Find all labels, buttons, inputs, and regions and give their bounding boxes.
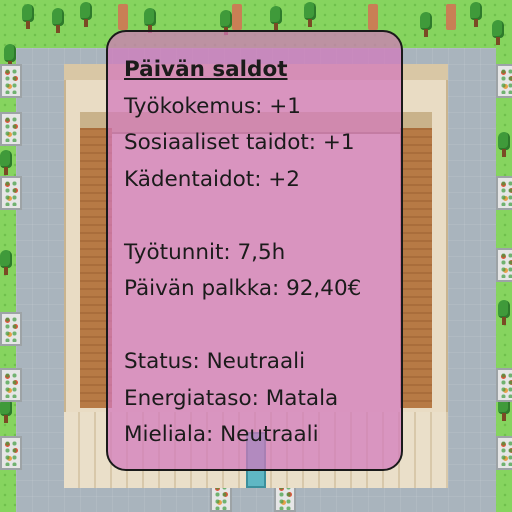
tree-icon (470, 2, 482, 28)
stat-status: Status: Neutraali (124, 349, 306, 374)
bare-tree-icon (232, 4, 242, 30)
flower-planter (496, 368, 512, 402)
summary-title: Päivän saldot (124, 57, 288, 82)
bare-tree-icon (446, 4, 456, 30)
flower-planter (496, 436, 512, 470)
flower-planter (0, 368, 22, 402)
flower-planter (496, 248, 512, 282)
tree-icon (0, 150, 12, 176)
tree-icon (420, 12, 432, 38)
stat-manual-skills: Kädentaidot: +2 (124, 166, 300, 192)
wooden-floor (400, 128, 432, 408)
tree-icon (270, 6, 282, 32)
bare-tree-icon (118, 4, 128, 30)
tree-icon (80, 2, 92, 28)
flower-planter (0, 176, 22, 210)
tree-icon (0, 250, 12, 276)
flower-planter (0, 64, 22, 98)
tree-icon (304, 2, 316, 28)
stat-mood: Mieliala: Neutraali (124, 422, 319, 447)
flower-planter (0, 312, 22, 346)
flower-planter (496, 176, 512, 210)
flower-planter (496, 64, 512, 98)
tree-icon (498, 132, 510, 158)
tree-icon (498, 300, 510, 326)
flower-planter (0, 112, 22, 146)
flower-planter (0, 436, 22, 470)
daily-summary-panel: Päivän saldot Työkokemus: +1 Sosiaaliset… (106, 30, 403, 471)
stat-work-experience: Työkokemus: +1 (124, 93, 301, 119)
bare-tree-icon (368, 4, 378, 30)
stat-energy-level: Energiataso: Matala (124, 385, 339, 411)
tree-icon (22, 4, 34, 30)
tree-icon (52, 8, 64, 34)
stat-daily-wage: Päivän palkka: 92,40€ (124, 276, 362, 301)
tree-icon (492, 20, 504, 46)
stat-social-skills: Sosiaaliset taidot: +1 (124, 130, 355, 155)
stat-work-hours: Työtunnit: 7,5h (124, 239, 286, 265)
